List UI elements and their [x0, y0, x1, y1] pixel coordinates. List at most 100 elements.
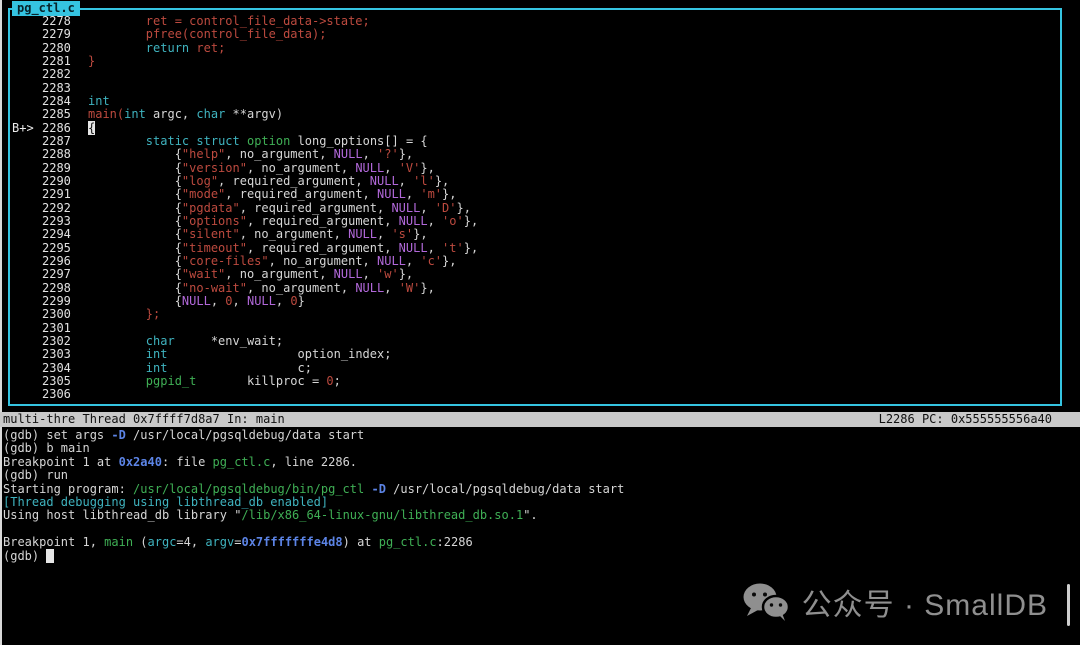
line-number: 2293 — [42, 213, 71, 228]
text-segment: -D — [111, 428, 126, 442]
text-segment: NULL — [377, 187, 406, 202]
text-segment: **argv) — [225, 107, 284, 122]
text-segment: Breakpoint 1 at — [3, 454, 119, 469]
source-line: 2283 — [10, 81, 1060, 95]
text-segment: { — [88, 187, 182, 202]
source-line: 2291 {"mode", required_argument, NULL, '… — [10, 187, 1060, 202]
code-text: {"pgdata", required_argument, NULL, 'D'}… — [88, 200, 471, 215]
text-segment: Breakpoint 1, — [3, 535, 105, 550]
text-segment: NULL — [333, 147, 363, 162]
line-number: 2300 — [42, 307, 71, 322]
text-segment: (gdb) — [3, 548, 47, 563]
code-text: return ret; — [88, 41, 226, 55]
code-text: {"wait", no_argument, NULL, 'w'}, — [88, 268, 413, 281]
code-text: main(int argc, char **argv) — [88, 108, 283, 121]
line-number: 2305 — [42, 373, 71, 388]
code-text: { — [88, 120, 96, 135]
code-text: {"mode", required_argument, NULL, 'm'}, — [88, 188, 457, 201]
watermark: 公众号 · SmallDB — [742, 580, 1048, 624]
code-text: ret = control_file_data->state; — [88, 14, 370, 28]
text-segment: NULL — [398, 213, 428, 228]
text-segment: , no_argument, — [246, 160, 356, 175]
text-segment: "help" — [181, 147, 226, 162]
text-segment: "wait" — [181, 267, 226, 282]
source-line: 2294 {"silent", no_argument, NULL, 's'}, — [10, 227, 1060, 241]
breakpoint-marker — [12, 228, 42, 241]
text-segment: NULL — [377, 253, 406, 268]
text-segment — [88, 374, 146, 388]
text-segment: argc, — [145, 107, 197, 122]
source-window-title: pg_ctl.c — [12, 1, 80, 16]
text-segment: "mode" — [181, 187, 226, 202]
text-segment: NULL — [398, 240, 428, 255]
source-line: B+> 2286 { — [10, 120, 1060, 135]
console-line: (gdb) b main — [3, 442, 1077, 455]
text-segment: int — [145, 347, 168, 362]
text-segment: }, — [398, 147, 414, 162]
text-segment: }, — [442, 187, 457, 202]
code-text: {"help", no_argument, NULL, '?'}, — [88, 148, 413, 161]
text-segment: , required_argument, — [239, 200, 392, 215]
code-text: {"silent", no_argument, NULL, 's'}, — [88, 228, 428, 241]
wechat-icon — [742, 582, 790, 622]
text-segment: 'o' — [442, 213, 464, 228]
source-line: 2303 int option_index; — [10, 347, 1060, 362]
code-text: }; — [88, 308, 160, 321]
text-segment — [88, 307, 146, 321]
text-segment: }, — [413, 227, 428, 242]
line-number: 2288 — [42, 147, 71, 162]
breakpoint-marker — [12, 215, 42, 228]
text-segment: int — [145, 360, 168, 375]
line-number: 2281 — [42, 53, 71, 68]
text-segment: int — [88, 93, 110, 108]
text-segment: option — [246, 133, 291, 148]
text-segment: pg_ctl.c — [378, 535, 437, 550]
breakpoint-marker — [12, 242, 42, 255]
source-line: 2305 pgpid_t killproc = 0; — [10, 373, 1060, 388]
source-line: 2298 {"no-wait", no_argument, NULL, 'W'}… — [10, 281, 1060, 295]
source-line: 2288 {"help", no_argument, NULL, '?'}, — [10, 147, 1060, 162]
source-line: 2304 int c; — [10, 360, 1060, 375]
text-segment: , line 2286. — [270, 454, 358, 469]
text-segment: , no_argument, — [239, 227, 349, 242]
source-line: 2292 {"pgdata", required_argument, NULL,… — [10, 200, 1060, 215]
text-segment: }, — [456, 200, 471, 215]
status-bar-left: multi-thre Thread 0x7ffff7d8a7 In: main — [3, 412, 285, 426]
text-segment: /usr/local/pgsqldebug/bin/pg_ctl — [133, 481, 365, 496]
text-segment: { — [88, 267, 182, 282]
gdb-console[interactable]: (gdb) set args -D /usr/local/pgsqldebug/… — [3, 428, 1077, 563]
text-segment: { — [88, 147, 182, 162]
text-segment: pg_ctl.c — [212, 454, 271, 469]
text-segment: ) at — [342, 535, 379, 550]
text-segment: ". — [523, 508, 538, 523]
breakpoint-marker — [12, 15, 42, 28]
text-segment: *env_wait; — [174, 333, 284, 348]
breakpoint-marker: B+> — [12, 120, 34, 135]
source-line: 2279 pfree(control_file_data); — [10, 27, 1060, 41]
breakpoint-marker — [12, 388, 42, 401]
breakpoint-marker — [12, 308, 42, 321]
text-segment: 'D' — [434, 200, 457, 215]
code-text: {"log", required_argument, NULL, 'l'}, — [88, 173, 450, 188]
status-bar: multi-thre Thread 0x7ffff7d8a7 In: main … — [0, 412, 1080, 427]
text-segment — [88, 134, 146, 148]
code-text: pfree(control_file_data); — [88, 28, 327, 41]
text-segment: { — [88, 173, 182, 188]
console-line: Breakpoint 1, main (argc=4, argv=0x7ffff… — [3, 536, 1077, 549]
source-line: 2284 int — [10, 93, 1060, 108]
line-number: 2291 — [42, 187, 71, 202]
text-segment: }, — [420, 160, 435, 175]
line-number: 2287 — [42, 133, 71, 148]
source-window: pg_ctl.c 2278 ret = control_file_data->s… — [8, 1, 1062, 406]
line-number: 2289 — [42, 160, 71, 175]
console-line: (gdb) — [3, 548, 1077, 563]
breakpoint-marker — [12, 55, 42, 68]
text-segment: '?' — [377, 147, 399, 162]
line-number: 2280 — [42, 40, 71, 55]
source-line: 2290 {"log", required_argument, NULL, 'l… — [10, 173, 1060, 188]
text-segment: static — [145, 133, 190, 148]
text-segment: NULL — [333, 267, 363, 282]
text-segment: :2286 — [436, 535, 473, 550]
text-segment: , — [398, 173, 414, 188]
breakpoint-marker — [12, 82, 42, 95]
